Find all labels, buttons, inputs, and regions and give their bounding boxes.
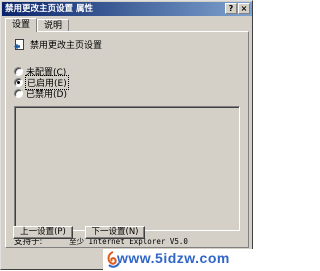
radio-not-configured[interactable] — [14, 67, 23, 76]
title-bar[interactable]: 禁用更改主页设置 属性 ? × — [2, 2, 252, 16]
option-area — [14, 106, 240, 231]
radio-disabled[interactable] — [14, 89, 23, 98]
tab-settings[interactable]: 设置 — [5, 18, 38, 32]
title-buttons: ? × — [225, 3, 250, 14]
next-setting-button[interactable]: 下一设置(N) — [85, 226, 145, 239]
policy-properties-window: 禁用更改主页设置 属性 ? × 设置 说明 禁用更改主页设置 未配置(C) 已启… — [0, 0, 254, 271]
policy-document-icon — [14, 38, 26, 51]
policy-header: 禁用更改主页设置 — [14, 38, 102, 51]
close-button[interactable]: × — [238, 3, 250, 14]
watermark-text: www.5idzw.com — [117, 250, 230, 266]
policy-name: 禁用更改主页设置 — [30, 41, 103, 51]
option-label[interactable]: 已禁用(D) — [26, 87, 67, 100]
previous-setting-button[interactable]: 上一设置(P) — [13, 226, 73, 239]
radio-enabled[interactable] — [14, 78, 23, 87]
watermark: www.5idzw.com — [103, 249, 254, 271]
window-title: 禁用更改主页设置 属性 — [5, 4, 93, 14]
tab-strip: 设置 说明 — [5, 18, 70, 32]
help-button[interactable]: ? — [225, 3, 237, 14]
settings-panel: 禁用更改主页设置 未配置(C) 已启用(E) 已禁用(D) 支持于: 至少 In… — [5, 31, 249, 248]
option-disabled[interactable]: 已禁用(D) — [14, 87, 67, 100]
